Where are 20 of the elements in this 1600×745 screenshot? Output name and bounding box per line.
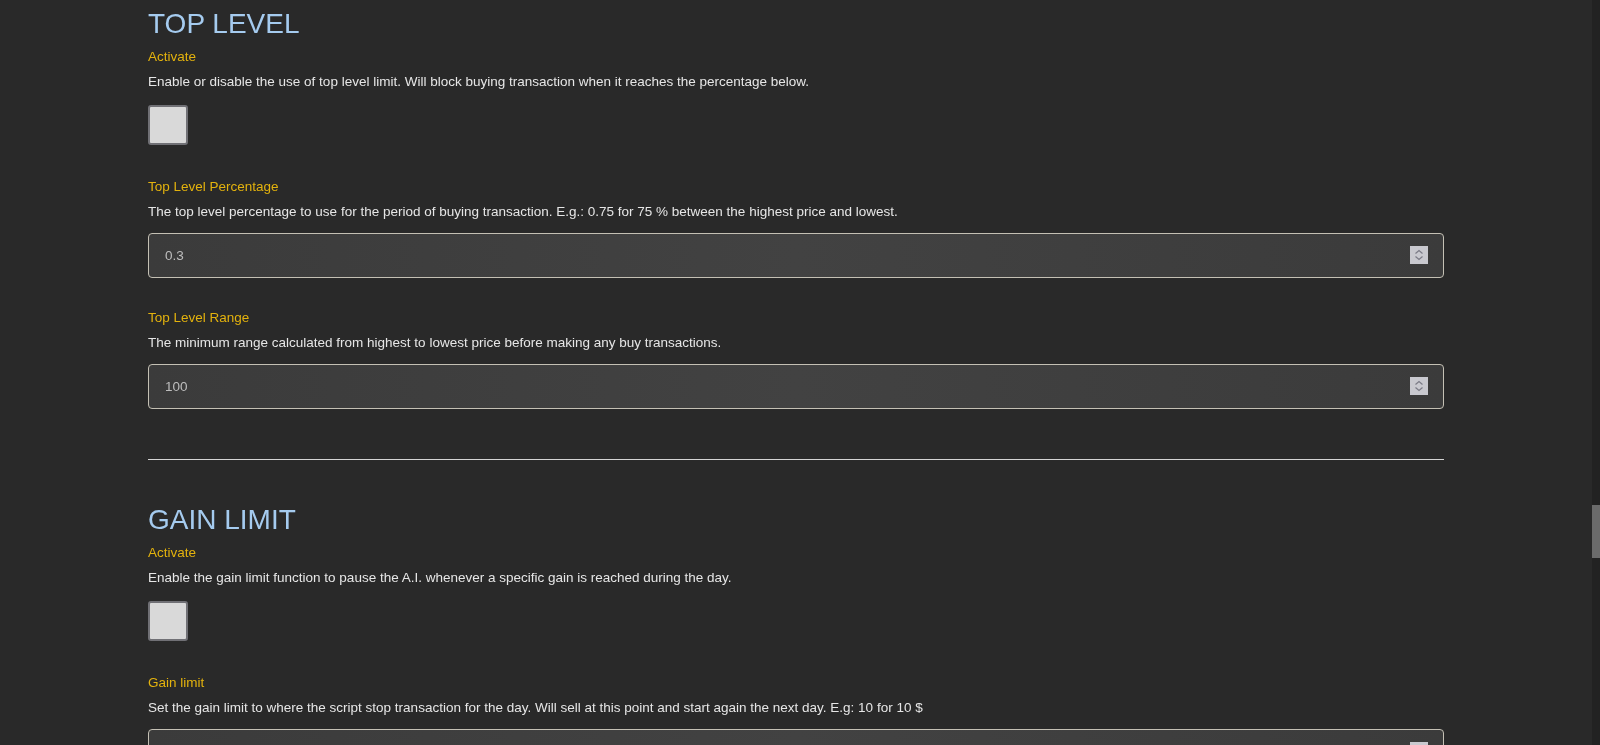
setting-label: Top Level Percentage xyxy=(148,178,279,196)
section-heading: TOP LEVEL xyxy=(148,7,300,41)
stepper-icon[interactable] xyxy=(1410,246,1428,264)
setting-description: Set the gain limit to where the script stop transaction for the day. Will sell at this point and start again the next day. E.g: 10 for 10 $ xyxy=(148,699,923,717)
setting-description: The minimum range calculated from highest to lowest price before making any buy transactions. xyxy=(148,334,722,352)
checkbox[interactable] xyxy=(148,105,188,145)
number-field[interactable]: 100 xyxy=(148,364,1444,409)
checkbox[interactable] xyxy=(148,601,188,641)
setting-label: Gain limit xyxy=(148,674,205,692)
number-field[interactable]: 0.3 xyxy=(148,233,1444,278)
scrollbar[interactable] xyxy=(1592,0,1600,745)
setting-description: The top level percentage to use for the period of buying transaction. E.g.: 0.75 for 75 % between the highest price and lowest. xyxy=(148,203,898,221)
setting-label: Activate xyxy=(148,48,197,66)
setting-label: Top Level Range xyxy=(148,309,250,327)
scrollbar-thumb[interactable] xyxy=(1592,505,1600,558)
section-heading: GAIN LIMIT xyxy=(148,503,296,537)
stepper-icon[interactable] xyxy=(1410,377,1428,395)
setting-description: Enable the gain limit function to pause the A.I. whenever a specific gain is reached during the day. xyxy=(148,569,732,587)
setting-label: Activate xyxy=(148,544,197,562)
setting-description: Enable or disable the use of top level limit. Will block buying transaction when it reaches the percentage below. xyxy=(148,73,810,91)
